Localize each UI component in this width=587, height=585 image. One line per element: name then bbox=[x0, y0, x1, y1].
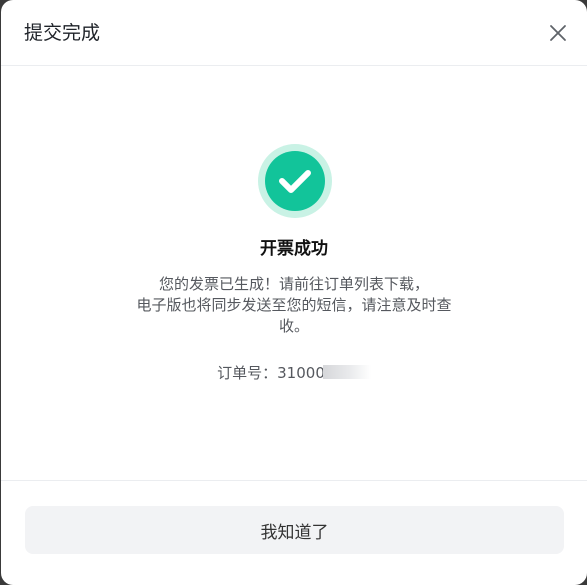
description-line: 收。 bbox=[278, 317, 309, 335]
order-number-value: 31000 bbox=[277, 364, 325, 382]
result-description: 您的发票已生成！请前往订单列表下载， 电子版也将同步发送至您的短信，请注意及时查… bbox=[111, 274, 477, 337]
order-number-label: 订单号： bbox=[217, 364, 278, 382]
result-title: 开票成功 bbox=[260, 239, 328, 259]
ok-button[interactable]: 我知道了 bbox=[25, 506, 564, 554]
dialog-title: 提交完成 bbox=[24, 22, 101, 44]
submit-complete-dialog: 提交完成 开票成功 您的发票已生成！请前往订单列表下载， 电子版也将同步发送至您… bbox=[1, 0, 587, 585]
description-line: 电子版也将同步发送至您的短信，请注意及时查 bbox=[136, 296, 452, 314]
dialog-header: 提交完成 bbox=[1, 0, 587, 66]
description-line: 您的发票已生成！请前往订单列表下载， bbox=[158, 275, 429, 293]
dialog-footer: 我知道了 bbox=[1, 480, 587, 585]
order-number-row: 订单号：31000 bbox=[1, 362, 587, 384]
order-number-mask bbox=[322, 365, 371, 379]
close-icon[interactable] bbox=[547, 22, 569, 44]
check-circle-icon bbox=[257, 143, 333, 219]
dialog-body: 开票成功 您的发票已生成！请前往订单列表下载， 电子版也将同步发送至您的短信，请… bbox=[1, 67, 587, 480]
